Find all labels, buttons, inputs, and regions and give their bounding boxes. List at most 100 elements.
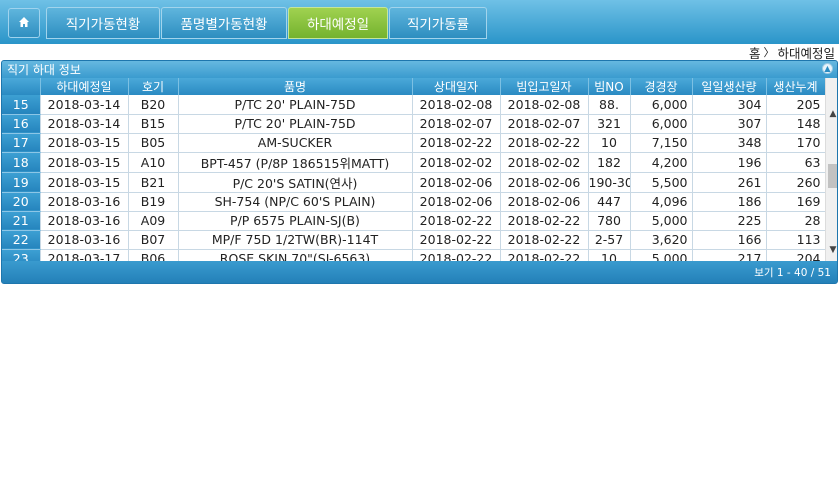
table-cell: 2018-02-06: [500, 172, 589, 193]
grid-header-row: 하대예정일 호기 품명 상대일자 빔입고일자 빔NO 경경장 일일생산량 생산누…: [2, 78, 825, 95]
table-cell: 2018-02-06: [412, 172, 501, 193]
table-cell: 2018-03-15: [40, 152, 129, 173]
table-cell: 5,000: [630, 211, 693, 231]
table-cell: 321: [588, 114, 631, 134]
table-cell: 182: [588, 152, 631, 173]
table-cell: P/TC 20' PLAIN-75D: [178, 95, 413, 115]
table-cell: 4,200: [630, 152, 693, 173]
table-cell: 2018-02-07: [412, 114, 501, 134]
row-number: 18: [2, 152, 41, 173]
table-cell: 2018-03-14: [40, 114, 129, 134]
table-cell: 2018-02-06: [500, 192, 589, 212]
table-cell: 7,150: [630, 133, 693, 153]
tab-loom-status[interactable]: 직기가동현황: [46, 7, 160, 39]
table-cell: 2018-03-14: [40, 95, 129, 115]
table-cell: 170: [766, 133, 825, 153]
table-cell: 113: [766, 230, 825, 250]
row-number: 22: [2, 230, 41, 250]
table-cell: 3,620: [630, 230, 693, 250]
breadcrumb: 홈 〉 하대예정일: [749, 43, 835, 62]
table-cell: B15: [128, 114, 179, 134]
table-cell: 2018-02-08: [500, 95, 589, 115]
panel-title: 직기 하대 정보: [7, 63, 81, 77]
table-cell: 447: [588, 192, 631, 212]
table-cell: 2018-02-02: [412, 152, 501, 173]
col-header-beam-no[interactable]: 빔NO: [588, 78, 631, 95]
top-navigation-bar: 직기가동현황 품명별가동현황 하대예정일 직기가동률: [0, 0, 839, 44]
col-header-cumulative[interactable]: 생산누계: [766, 78, 825, 95]
table-cell: P/C 20'S SATIN(연사): [178, 172, 413, 193]
table-row[interactable]: 16 2018-03-14 B15 P/TC 20' PLAIN-75D 2018-02…: [2, 114, 825, 134]
table-cell: 260: [766, 172, 825, 193]
table-cell: MP/F 75D 1/2TW(BR)-114T: [178, 230, 413, 250]
scroll-thumb[interactable]: [828, 164, 837, 188]
table-cell: A10: [128, 152, 179, 173]
scroll-down-icon[interactable]: ▼: [826, 242, 837, 258]
collapse-icon[interactable]: ▲: [822, 63, 833, 74]
table-cell: 205: [766, 95, 825, 115]
table-row[interactable]: 18 2018-03-15 A10 BPT-457 (P/8P 186515위MATT…: [2, 152, 825, 173]
table-row[interactable]: 15 2018-03-14 B20 P/TC 20' PLAIN-75D 2018-02…: [2, 95, 825, 115]
table-cell: 2-57: [588, 230, 631, 250]
home-button[interactable]: [8, 8, 40, 38]
table-cell: 304: [692, 95, 767, 115]
col-header-warp-length[interactable]: 경경장: [630, 78, 693, 95]
tab-product-status[interactable]: 품명별가동현황: [161, 7, 287, 39]
row-number: 20: [2, 192, 41, 212]
table-cell: B20: [128, 95, 179, 115]
table-cell: 10: [588, 133, 631, 153]
table-cell: 2018-03-15: [40, 133, 129, 153]
table-cell: A09: [128, 211, 179, 231]
table-cell: B19: [128, 192, 179, 212]
table-cell: 2018-02-22: [412, 211, 501, 231]
table-cell: SH-754 (NP/C 60'S PLAIN): [178, 192, 413, 212]
table-cell: 5,500: [630, 172, 693, 193]
table-row[interactable]: 21 2018-03-16 A09 P/P 6575 PLAIN-SJ(B) 2018-…: [2, 211, 825, 231]
panel-footer: 보기 1 - 40 / 51: [2, 261, 837, 283]
table-row[interactable]: 22 2018-03-16 B07 MP/F 75D 1/2TW(BR)-114T 20…: [2, 230, 825, 250]
table-cell: 6,000: [630, 114, 693, 134]
table-row[interactable]: 20 2018-03-16 B19 SH-754 (NP/C 60'S PLAIN) 2…: [2, 192, 825, 212]
table-cell: 190-30: [588, 172, 631, 193]
col-header-unload-date[interactable]: 하대예정일: [40, 78, 129, 95]
col-header-beam-in-date[interactable]: 빔입고일자: [500, 78, 589, 95]
table-cell: 28: [766, 211, 825, 231]
table-cell: 225: [692, 211, 767, 231]
col-header-load-date[interactable]: 상대일자: [412, 78, 501, 95]
table-cell: 2018-03-16: [40, 211, 129, 231]
tab-bar: 직기가동현황 품명별가동현황 하대예정일 직기가동률: [46, 7, 488, 39]
table-cell: 2018-02-22: [412, 230, 501, 250]
table-cell: 2018-02-02: [500, 152, 589, 173]
col-header-product[interactable]: 품명: [178, 78, 413, 95]
scroll-up-icon[interactable]: ▲: [826, 106, 837, 122]
breadcrumb-home[interactable]: 홈: [749, 43, 761, 62]
pager-info: 보기 1 - 40 / 51: [754, 266, 831, 279]
col-header-machine[interactable]: 호기: [128, 78, 179, 95]
vertical-scrollbar[interactable]: ▲ ▼: [825, 78, 837, 262]
table-row[interactable]: 17 2018-03-15 B05 AM-SUCKER 2018-02-22 2018-0…: [2, 133, 825, 153]
table-cell: 63: [766, 152, 825, 173]
table-cell: B05: [128, 133, 179, 153]
table-cell: 88.: [588, 95, 631, 115]
tab-unload-schedule[interactable]: 하대예정일: [288, 7, 388, 39]
table-cell: 261: [692, 172, 767, 193]
breadcrumb-current: 하대예정일: [777, 45, 835, 61]
table-cell: 2018-02-08: [412, 95, 501, 115]
table-cell: BPT-457 (P/8P 186515위MATT): [178, 152, 413, 173]
table-cell: 307: [692, 114, 767, 134]
col-header-rownum: [2, 78, 41, 95]
row-number: 19: [2, 172, 41, 193]
table-cell: 2018-02-22: [500, 133, 589, 153]
tab-loom-rate[interactable]: 직기가동률: [389, 7, 487, 39]
table-cell: 2018-02-06: [412, 192, 501, 212]
table-cell: 2018-03-15: [40, 172, 129, 193]
table-cell: 4,096: [630, 192, 693, 212]
breadcrumb-separator: 〉: [763, 46, 775, 59]
table-row[interactable]: 19 2018-03-15 B21 P/C 20'S SATIN(연사) 2018-02…: [2, 172, 825, 193]
table-cell: 186: [692, 192, 767, 212]
table-cell: 348: [692, 133, 767, 153]
row-number: 15: [2, 95, 41, 115]
table-cell: 166: [692, 230, 767, 250]
table-cell: 196: [692, 152, 767, 173]
col-header-daily-output[interactable]: 일일생산량: [692, 78, 767, 95]
